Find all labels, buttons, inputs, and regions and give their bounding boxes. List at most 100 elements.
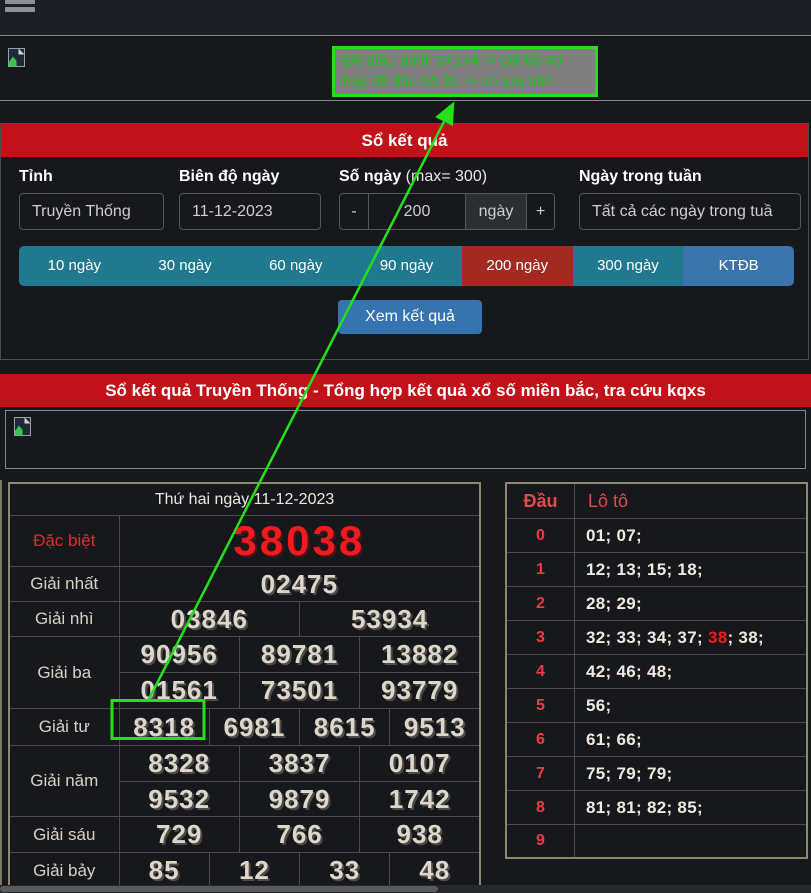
loto-values <box>574 825 807 859</box>
loto-dau: 6 <box>506 723 574 757</box>
seventh-prize-value: 48 <box>390 853 480 890</box>
scrollbar-thumb[interactable] <box>0 886 438 892</box>
prize-label-third: Giải ba <box>9 637 119 709</box>
sixth-prize-value: 729 <box>119 817 239 853</box>
loto-value-highlighted: 38 <box>708 628 728 647</box>
quick-300-days-button[interactable]: 300 ngày <box>573 246 684 286</box>
date-input[interactable]: 11-12-2023 <box>179 193 321 230</box>
loto-dau: 4 <box>506 655 574 689</box>
loto-values: 28; 29; <box>574 587 807 621</box>
quick-10-days-button[interactable]: 10 ngày <box>19 246 130 286</box>
third-prize-value: 93779 <box>360 673 480 709</box>
loto-values-post: ; 38; <box>727 628 763 647</box>
num-days-unit: ngày <box>466 193 527 230</box>
quick-200-days-button-active[interactable]: 200 ngày <box>462 246 573 286</box>
loto-dau: 3 <box>506 621 574 655</box>
prize-label-special: Đặc biệt <box>9 516 119 567</box>
loto-dau: 7 <box>506 757 574 791</box>
province-input[interactable]: Truyền Thống <box>19 193 164 230</box>
num-days-label: Số ngày (max= 300) <box>339 168 487 186</box>
first-prize-value: 02475 <box>119 567 480 602</box>
quick-30-days-button[interactable]: 30 ngày <box>130 246 241 286</box>
fourth-prize-value-highlighted: 8318 <box>119 709 209 746</box>
fifth-prize-value: 0107 <box>360 746 480 782</box>
quick-90-days-button[interactable]: 90 ngày <box>351 246 462 286</box>
section-banner: Sổ kết quả Truyền Thống - Tổng hợp kết q… <box>0 374 811 407</box>
annotation-line2: hay đề đầu bộ 31 -> ae lựa nhé <box>343 71 587 92</box>
ad-image-box <box>5 410 806 469</box>
loto-dau: 1 <box>506 553 574 587</box>
panel-title: Sổ kết quả <box>1 124 808 157</box>
loto-values: 32; 33; 34; 37; 38; 38; <box>574 621 807 655</box>
loto-dau: 9 <box>506 825 574 859</box>
quick-range-buttons: 10 ngày 30 ngày 60 ngày 90 ngày 200 ngày… <box>19 246 794 286</box>
date-range-label: Biên độ ngày <box>179 168 279 186</box>
prize-label-second: Giải nhì <box>9 602 119 637</box>
num-days-label-suffix: (max= 300) <box>401 168 487 185</box>
weekday-label: Ngày trong tuần <box>579 168 702 186</box>
third-prize-value: 89781 <box>239 637 359 673</box>
third-prize-value: 13882 <box>360 637 480 673</box>
num-days-label-bold: Số ngày <box>339 168 401 185</box>
province-label: Tỉnh <box>19 168 53 186</box>
loto-col-header-loto: Lô tô <box>574 483 807 519</box>
loto-dau: 2 <box>506 587 574 621</box>
lookup-panel: Sổ kết quả Tỉnh Biên độ ngày Số ngày (ma… <box>0 123 809 360</box>
loto-table: Đầu Lô tô 0 01; 07; 1 12; 13; 15; 18; 2 … <box>505 482 808 859</box>
results-table: Thứ hai ngày 11-12-2023 Đặc biệt 38038 G… <box>8 482 481 891</box>
loto-values: 01; 07; <box>574 519 807 553</box>
prize-label-first: Giải nhất <box>9 567 119 602</box>
loto-dau: 5 <box>506 689 574 723</box>
loto-values: 56; <box>574 689 807 723</box>
fourth-prize-value: 9513 <box>390 709 480 746</box>
results-date-header: Thứ hai ngày 11-12-2023 <box>9 483 480 516</box>
third-prize-value: 90956 <box>119 637 239 673</box>
annotation-line1: Đề đầu, đuôi: 3+1=4 -> Đề bộ 40 <box>343 50 587 71</box>
second-prize-value: 03846 <box>119 602 300 637</box>
special-prize-value: 38038 <box>119 516 480 567</box>
minus-button[interactable]: - <box>339 193 369 230</box>
loto-values: 81; 81; 82; 85; <box>574 791 807 825</box>
second-prize-value: 53934 <box>300 602 481 637</box>
fifth-prize-value: 3837 <box>239 746 359 782</box>
horizontal-scrollbar[interactable] <box>0 885 811 893</box>
fourth-prize-value: 6981 <box>209 709 299 746</box>
fifth-prize-value: 9532 <box>119 782 239 817</box>
num-days-stepper: - 200 ngày + <box>339 193 555 230</box>
plus-button[interactable]: + <box>527 193 555 230</box>
broken-image-icon <box>14 417 33 436</box>
third-prize-value: 73501 <box>239 673 359 709</box>
ktdb-button[interactable]: KTĐB <box>683 246 794 286</box>
fifth-prize-value: 8328 <box>119 746 239 782</box>
third-prize-value: 01561 <box>119 673 239 709</box>
loto-values: 61; 66; <box>574 723 807 757</box>
fifth-prize-value: 9879 <box>239 782 359 817</box>
weekday-select[interactable]: Tất cả các ngày trong tuầ <box>579 193 801 230</box>
loto-dau: 8 <box>506 791 574 825</box>
loto-values: 75; 79; 79; <box>574 757 807 791</box>
broken-image-icon <box>8 48 27 67</box>
sixth-prize-value: 938 <box>360 817 480 853</box>
seventh-prize-value: 33 <box>300 853 390 890</box>
hamburger-icon[interactable] <box>5 0 35 11</box>
fourth-prize-value: 8615 <box>300 709 390 746</box>
prize-label-fifth: Giải năm <box>9 746 119 817</box>
view-results-button[interactable]: Xem kết quả <box>338 300 482 334</box>
prediction-annotation: Đề đầu, đuôi: 3+1=4 -> Đề bộ 40 hay đề đ… <box>332 46 598 97</box>
tables-wrapper-border <box>0 480 2 886</box>
prize-label-fourth: Giải tư <box>9 709 119 746</box>
prize-label-sixth: Giải sáu <box>9 817 119 853</box>
prize-label-seventh: Giải bảy <box>9 853 119 890</box>
loto-dau: 0 <box>506 519 574 553</box>
loto-values-pre: 32; 33; 34; 37; <box>586 628 708 647</box>
seventh-prize-value: 12 <box>209 853 299 890</box>
loto-values: 12; 13; 15; 18; <box>574 553 807 587</box>
fifth-prize-value: 1742 <box>360 782 480 817</box>
quick-60-days-button[interactable]: 60 ngày <box>240 246 351 286</box>
top-bar <box>0 0 811 36</box>
sixth-prize-value: 766 <box>239 817 359 853</box>
loto-values: 42; 46; 48; <box>574 655 807 689</box>
page: Đề đầu, đuôi: 3+1=4 -> Đề bộ 40 hay đề đ… <box>0 0 811 893</box>
num-days-input[interactable]: 200 <box>369 193 466 230</box>
seventh-prize-value: 85 <box>119 853 209 890</box>
